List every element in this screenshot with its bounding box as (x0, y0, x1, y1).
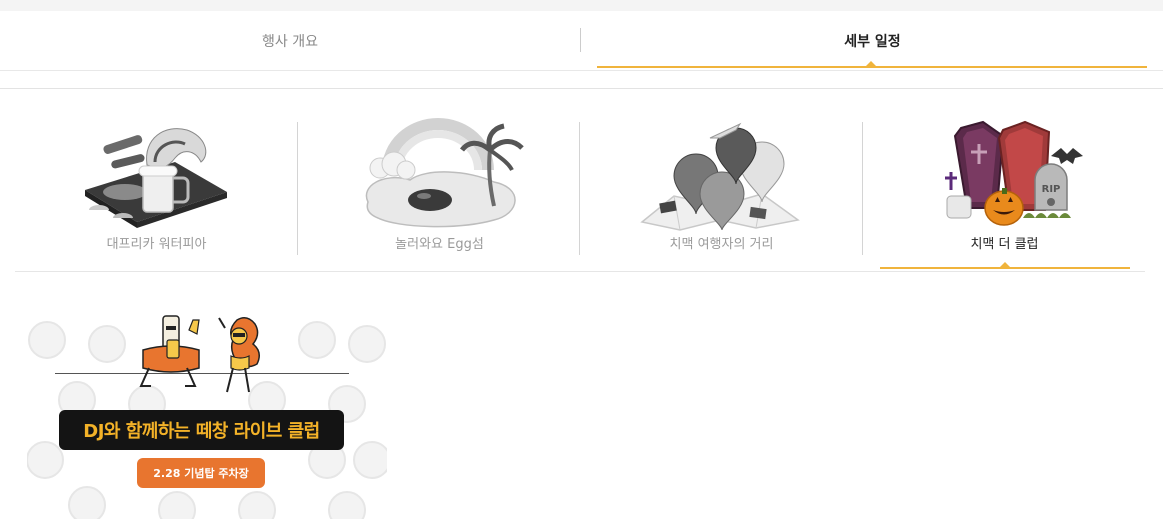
svg-text:RIP: RIP (1042, 184, 1061, 195)
event-location-badge: 2.28 기념탑 주차장 (137, 458, 265, 488)
event-title: DJ와 함께하는 떼창 라이브 클럽 (59, 410, 344, 450)
section-divider (0, 88, 1163, 89)
egg-island-icon (365, 118, 524, 228)
zone-label-traveler-street: 치맥 여행자의 거리 (669, 237, 774, 252)
zone-tab-bar: 대프리카 워터피아 놀러와요 Egg섬 치맥 여행자의 거리 RIP 치맥 더 … (15, 100, 1145, 272)
zone-label-waterpia: 대프리카 워터피아 (106, 237, 207, 252)
tab-overview[interactable]: 행사 개요 (0, 11, 580, 70)
tab-detail-schedule-label: 세부 일정 (844, 33, 901, 50)
tab-separator (580, 28, 581, 52)
active-zone-underline (880, 267, 1130, 269)
active-tab-caret-icon (866, 61, 876, 66)
event-card[interactable]: DJ와 함께하는 떼창 라이브 클럽 2.28 기념탑 주차장 (27, 300, 387, 519)
zone-tab-waterpia[interactable]: 대프리카 워터피아 (15, 100, 298, 271)
chicken-beer-mascots-icon (139, 315, 260, 393)
zone-label-egg-island: 놀러와요 Egg섬 (395, 237, 484, 252)
active-zone-caret-icon (1000, 262, 1010, 267)
halloween-club-icon: RIP (945, 120, 1083, 226)
main-tab-bar: 행사 개요 세부 일정 (0, 11, 1163, 71)
zone-label-the-club: 치맥 더 클럽 (970, 237, 1039, 252)
zone-tab-traveler-street[interactable]: 치맥 여행자의 거리 (580, 100, 863, 271)
active-tab-underline (597, 66, 1147, 68)
top-strip (0, 0, 1163, 11)
tab-overview-label: 행사 개요 (262, 33, 318, 50)
zone-tab-the-club[interactable]: RIP 치맥 더 클럽 (863, 100, 1146, 271)
zone-tab-egg-island[interactable]: 놀러와요 Egg섬 (298, 100, 581, 271)
waterpark-icon (85, 128, 227, 228)
mbti-map-icon (640, 122, 800, 231)
